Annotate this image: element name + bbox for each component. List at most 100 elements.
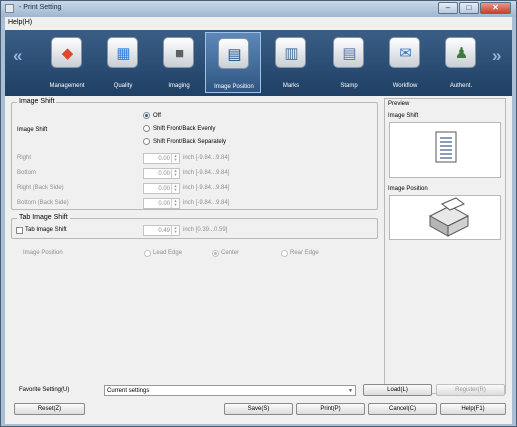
- tab-image-shift-spinner[interactable]: 0.49 ▲ ▼: [143, 225, 180, 236]
- imaging-icon-glyph: ■: [174, 45, 185, 62]
- load-button[interactable]: Load(L): [363, 384, 432, 396]
- function-ribbon: « » ◆ Management ▦ Quality ■ Imaging ▤ Image Po…: [5, 30, 512, 96]
- authentication-icon: ♟: [445, 37, 476, 68]
- tab-label: Quality: [113, 83, 133, 89]
- tab-stamp[interactable]: ▤ Stamp: [321, 32, 377, 93]
- shift-field-value: 0.00: [158, 201, 170, 207]
- save-button[interactable]: Save(S): [224, 403, 293, 415]
- spin-down-icon[interactable]: ▼: [172, 173, 179, 177]
- imaging-icon: ■: [163, 37, 194, 68]
- lead-edge-label[interactable]: Lead Edge: [153, 250, 182, 256]
- tab-image-shift-checkbox[interactable]: [16, 227, 23, 234]
- shift-field-label: Bottom (Back Side): [17, 200, 69, 206]
- tab-authent[interactable]: ♟ Authent.: [433, 32, 489, 93]
- register-button[interactable]: Register(R): [436, 384, 505, 396]
- spin-down-icon[interactable]: ▼: [172, 203, 179, 207]
- image-position-icon-glyph: ▤: [227, 46, 242, 63]
- tab-label: Management: [49, 83, 85, 89]
- workflow-icon: ✉: [389, 37, 420, 68]
- rear-edge-label[interactable]: Rear Edge: [290, 250, 319, 256]
- shift-field-spinner[interactable]: 0.00 ▲ ▼: [143, 183, 180, 194]
- shift-evenly-label[interactable]: Shift Front/Back Evenly: [153, 126, 215, 132]
- spinner-buttons: ▲ ▼: [171, 184, 179, 193]
- minimize-button[interactable]: –: [438, 2, 458, 14]
- reset-button[interactable]: Reset(Z): [14, 403, 85, 415]
- shift-field-label: Bottom: [17, 170, 37, 176]
- tab-quality[interactable]: ▦ Quality: [95, 32, 151, 93]
- tab-label: Workflow: [392, 83, 418, 89]
- tab-workflow[interactable]: ✉ Workflow: [377, 32, 433, 93]
- chevron-down-icon[interactable]: ▼: [348, 388, 353, 394]
- shift-field-value: 0.00: [158, 171, 170, 177]
- shift-separately-radio[interactable]: [143, 138, 150, 145]
- printer-preview-icon: [428, 197, 470, 237]
- image-position-label: Image Position: [23, 250, 63, 256]
- spin-down-icon[interactable]: ▼: [172, 158, 179, 162]
- stamp-icon-glyph: ▤: [342, 45, 357, 62]
- tab-imaging[interactable]: ■ Imaging: [151, 32, 207, 93]
- tab-management[interactable]: ◆ Management: [39, 32, 95, 93]
- image-shift-off-label[interactable]: Off: [153, 113, 161, 119]
- dialog-client: Help(H) « » ◆ Management ▦ Quality ■ Imaging ▤…: [5, 17, 512, 424]
- authentication-icon-glyph: ♟: [454, 45, 469, 62]
- spinner-buttons: ▲ ▼: [171, 169, 179, 178]
- image-shift-preview: [389, 122, 501, 178]
- tab-image-shift-range: inch [0.39...0.59]: [183, 227, 228, 233]
- shift-field-spinner[interactable]: 0.00 ▲ ▼: [143, 168, 180, 179]
- preview-image-position-title: Image Position: [388, 186, 428, 192]
- shift-separately-label[interactable]: Shift Front/Back Separately: [153, 139, 226, 145]
- tab-label: Image Position: [214, 84, 254, 90]
- app-icon: [5, 4, 14, 13]
- management-icon-glyph: ◆: [61, 45, 74, 62]
- image-position-preview: [389, 195, 501, 240]
- ribbon-next-arrow[interactable]: »: [492, 46, 501, 66]
- close-button[interactable]: ✕: [480, 2, 511, 14]
- favorite-setting-combo[interactable]: Current settings ▼: [104, 385, 356, 396]
- shift-field-spinner[interactable]: 0.00 ▲ ▼: [143, 198, 180, 209]
- image-position-icon: ▤: [218, 38, 249, 69]
- print-button[interactable]: Print(P): [296, 403, 365, 415]
- shift-field-spinner[interactable]: 0.00 ▲ ▼: [143, 153, 180, 164]
- ribbon-prev-arrow[interactable]: «: [13, 46, 22, 66]
- bottom-bar: Favorite Setting(U) Current settings ▼ L…: [11, 384, 506, 422]
- tab-label: Marks: [282, 83, 300, 89]
- shift-evenly-radio[interactable]: [143, 125, 150, 132]
- spinner-buttons: ▲ ▼: [171, 154, 179, 163]
- help-button[interactable]: Help(F1): [440, 403, 506, 415]
- tab-image-shift-group-title: Tab Image Shift: [17, 214, 70, 221]
- preview-image-shift-title: Image Shift: [388, 113, 419, 119]
- spin-down-icon[interactable]: ▼: [172, 188, 179, 192]
- tab-label: Authent.: [449, 83, 473, 89]
- image-shift-label: Image Shift: [17, 127, 48, 133]
- favorite-setting-value: Current settings: [107, 388, 150, 394]
- quality-icon-glyph: ▦: [116, 45, 131, 62]
- tab-image-shift-group: Tab Image Shift Tab Image Shift 0.49 ▲ ▼…: [11, 214, 378, 239]
- page-preview-icon: [435, 131, 457, 163]
- management-icon: ◆: [51, 37, 82, 68]
- lead-edge-radio[interactable]: [144, 250, 151, 257]
- preview-title: Preview: [388, 101, 410, 107]
- tab-image-shift-checkbox-label[interactable]: Tab Image Shift: [25, 227, 67, 233]
- shift-field-label: Right (Back Side): [17, 185, 64, 191]
- image-shift-off-radio[interactable]: [143, 112, 150, 119]
- window-title: - Print Setting: [19, 4, 62, 11]
- cancel-button[interactable]: Cancel(C): [368, 403, 437, 415]
- maximize-button[interactable]: □: [459, 2, 479, 14]
- menu-help[interactable]: Help(H): [8, 19, 32, 26]
- rear-edge-radio[interactable]: [281, 250, 288, 257]
- spinner-buttons: ▲ ▼: [171, 199, 179, 208]
- spin-down-icon[interactable]: ▼: [172, 230, 179, 234]
- center-radio[interactable]: [212, 250, 219, 257]
- preview-panel: Preview Image Shift Image Position: [384, 98, 506, 394]
- print-setting-window: - Print Setting – □ ✕ Help(H) « » ◆ Manag…: [0, 0, 517, 427]
- favorite-setting-label: Favorite Setting(U): [19, 387, 70, 393]
- tab-marks[interactable]: ▥ Marks: [263, 32, 319, 93]
- center-label[interactable]: Center: [221, 250, 239, 256]
- marks-icon-glyph: ▥: [284, 45, 299, 62]
- workflow-icon-glyph: ✉: [399, 45, 412, 62]
- quality-icon: ▦: [107, 37, 138, 68]
- title-bar[interactable]: - Print Setting – □ ✕: [1, 1, 516, 17]
- menu-bar: Help(H): [5, 17, 512, 29]
- tab-image-position[interactable]: ▤ Image Position: [205, 32, 261, 93]
- tab-label: Imaging: [168, 83, 190, 89]
